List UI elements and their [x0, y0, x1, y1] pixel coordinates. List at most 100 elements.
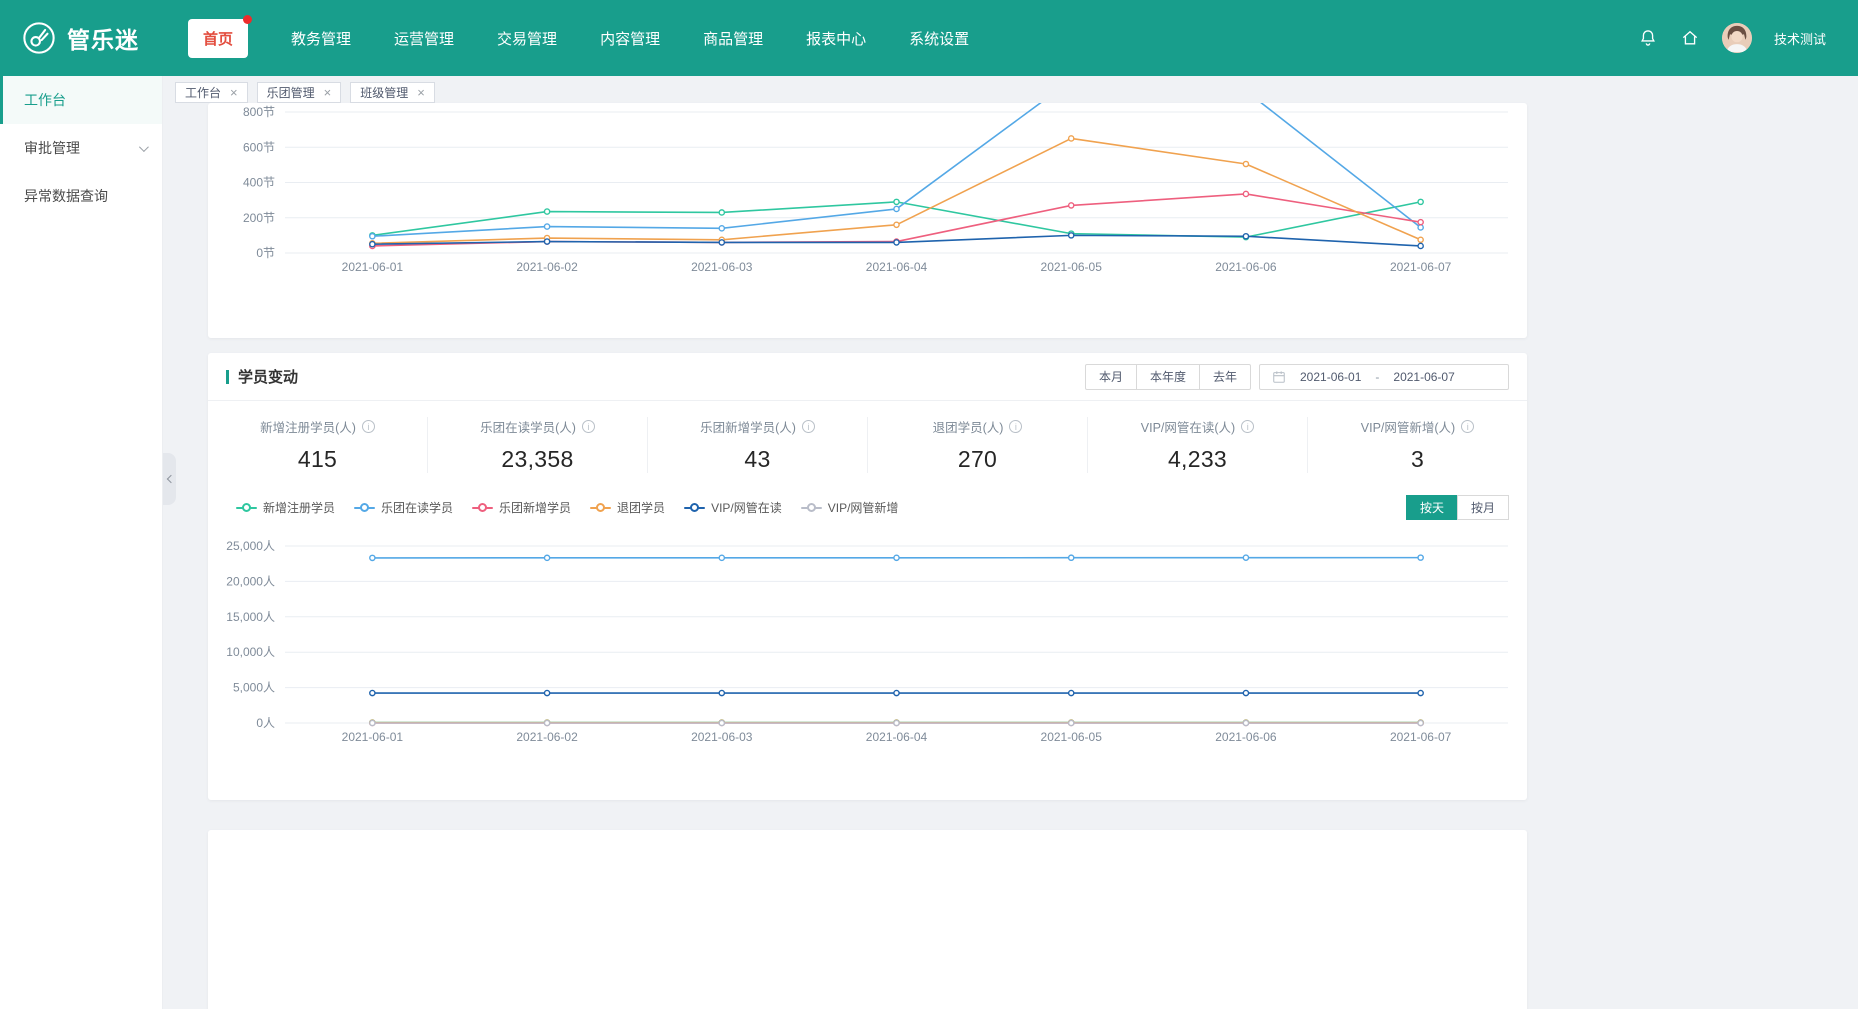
- info-icon[interactable]: [802, 420, 815, 433]
- stat-vip-new: VIP/网管新增(人) 3: [1308, 417, 1527, 473]
- nav-item-home[interactable]: 首页: [188, 19, 248, 58]
- svg-text:2021-06-04: 2021-06-04: [866, 730, 928, 744]
- svg-text:2021-06-02: 2021-06-02: [516, 260, 578, 274]
- legend-label: VIP/网管在读: [711, 499, 782, 516]
- stat-withdrawn: 退团学员(人) 270: [868, 417, 1088, 473]
- close-icon[interactable]: [324, 86, 332, 99]
- granularity-toggle: 按天 按月: [1406, 495, 1509, 520]
- svg-text:400节: 400节: [243, 176, 275, 190]
- svg-text:2021-06-01: 2021-06-01: [342, 260, 404, 274]
- svg-text:800节: 800节: [243, 105, 275, 119]
- info-icon[interactable]: [1009, 420, 1022, 433]
- nav-item-goods[interactable]: 商品管理: [703, 28, 763, 49]
- granularity-by-month[interactable]: 按月: [1457, 495, 1509, 520]
- granularity-by-day[interactable]: 按天: [1406, 495, 1458, 520]
- section-title: 学员变动: [226, 366, 298, 387]
- chevron-down-icon: [139, 142, 149, 152]
- stat-label: 新增注册学员(人): [260, 417, 356, 436]
- legend-item-vip-new[interactable]: VIP/网管新增: [801, 499, 899, 516]
- main-content: 工作台 乐团管理 班级管理 0节 200节 400节 600节 800节 2021-06-…: [163, 76, 1858, 1009]
- svg-text:2021-06-06: 2021-06-06: [1215, 260, 1277, 274]
- next-card-stub: [208, 830, 1527, 1009]
- info-icon[interactable]: [1241, 420, 1254, 433]
- bell-icon[interactable]: [1638, 28, 1658, 48]
- close-icon[interactable]: [417, 86, 425, 99]
- stat-label: VIP/网管在读(人): [1141, 417, 1235, 436]
- legend-item-vip-enrolled[interactable]: VIP/网管在读: [684, 499, 782, 516]
- home-icon[interactable]: [1680, 28, 1700, 48]
- nav-item-settings[interactable]: 系统设置: [909, 28, 969, 49]
- close-icon[interactable]: [230, 86, 238, 99]
- top-navbar: 管乐迷 首页 教务管理 运营管理 交易管理 内容管理 商品管理 报表中心 系统设…: [0, 0, 1858, 76]
- title-accent-bar: [226, 370, 229, 384]
- legend-marker: [801, 507, 822, 509]
- stat-value: 3: [1308, 446, 1527, 473]
- legend-marker: [684, 507, 705, 509]
- student-changes-card: 学员变动 本月 本年度 去年 2021-06-01 - 2021-06-07: [208, 353, 1527, 800]
- chevron-left-icon: [166, 475, 174, 483]
- stat-value: 270: [868, 446, 1087, 473]
- svg-text:0人: 0人: [256, 716, 275, 730]
- legend-item-new-registered[interactable]: 新增注册学员: [236, 499, 335, 516]
- stat-orchestra-new: 乐团新增学员(人) 43: [648, 417, 868, 473]
- nav-item-education[interactable]: 教务管理: [291, 28, 351, 49]
- avatar[interactable]: [1722, 23, 1752, 53]
- stat-label: 乐团新增学员(人): [700, 417, 796, 436]
- legend-item-orchestra-new[interactable]: 乐团新增学员: [472, 499, 571, 516]
- tab-workbench[interactable]: 工作台: [175, 82, 248, 103]
- lessons-chart[interactable]: 0节 200节 400节 600节 800节 2021-06-01 2021-06-02 20…: [208, 103, 1527, 283]
- tab-bar: 工作台 乐团管理 班级管理: [163, 76, 1858, 103]
- stat-label: 退团学员(人): [933, 417, 1004, 436]
- svg-text:600节: 600节: [243, 140, 275, 154]
- svg-text:0节: 0节: [256, 246, 275, 260]
- stat-value: 23,358: [428, 446, 647, 473]
- info-icon[interactable]: [1461, 420, 1474, 433]
- date-end: 2021-06-07: [1393, 370, 1454, 384]
- stat-value: 415: [208, 446, 427, 473]
- range-button-this-year[interactable]: 本年度: [1136, 364, 1200, 390]
- sidebar-collapse-handle[interactable]: [163, 453, 176, 505]
- sidebar-item-label: 工作台: [24, 90, 66, 110]
- legend-marker: [472, 507, 493, 509]
- tab-label: 乐团管理: [267, 84, 315, 101]
- legend-row: 新增注册学员 乐团在读学员 乐团新增学员 退团学员 VIP/网管在读: [208, 485, 1527, 520]
- legend-item-withdrawn[interactable]: 退团学员: [590, 499, 665, 516]
- user-name[interactable]: 技术测试: [1774, 29, 1826, 48]
- nav-item-content[interactable]: 内容管理: [600, 28, 660, 49]
- tab-label: 工作台: [185, 84, 221, 101]
- svg-text:2021-06-07: 2021-06-07: [1390, 260, 1452, 274]
- info-icon[interactable]: [362, 420, 375, 433]
- tab-class[interactable]: 班级管理: [350, 82, 435, 103]
- stat-new-registered: 新增注册学员(人) 415: [208, 417, 428, 473]
- logo-icon: [22, 21, 56, 55]
- sidebar-item-abnormal-data[interactable]: 异常数据查询: [0, 172, 162, 220]
- legend-item-orchestra-enrolled[interactable]: 乐团在读学员: [354, 499, 453, 516]
- logo[interactable]: 管乐迷: [0, 21, 180, 55]
- chart-legend: 新增注册学员 乐团在读学员 乐团新增学员 退团学员 VIP/网管在读: [236, 499, 898, 516]
- svg-text:2021-06-01: 2021-06-01: [342, 730, 404, 744]
- legend-marker: [590, 507, 611, 509]
- sidebar-item-approval[interactable]: 审批管理: [0, 124, 162, 172]
- svg-text:2021-06-04: 2021-06-04: [866, 260, 928, 274]
- info-icon[interactable]: [582, 420, 595, 433]
- svg-text:2021-06-05: 2021-06-05: [1041, 730, 1103, 744]
- sidebar: 工作台 审批管理 异常数据查询: [0, 76, 163, 1009]
- svg-text:10,000人: 10,000人: [226, 645, 275, 659]
- range-button-group: 本月 本年度 去年: [1085, 364, 1251, 390]
- range-button-this-month[interactable]: 本月: [1085, 364, 1137, 390]
- svg-text:25,000人: 25,000人: [226, 539, 275, 553]
- svg-text:2021-06-03: 2021-06-03: [691, 260, 753, 274]
- tab-orchestra[interactable]: 乐团管理: [257, 82, 342, 103]
- nav-item-reports[interactable]: 报表中心: [806, 28, 866, 49]
- range-button-last-year[interactable]: 去年: [1199, 364, 1251, 390]
- date-range-picker[interactable]: 2021-06-01 - 2021-06-07: [1259, 364, 1509, 390]
- svg-text:2021-06-03: 2021-06-03: [691, 730, 753, 744]
- svg-text:20,000人: 20,000人: [226, 574, 275, 588]
- students-chart[interactable]: 0人5,000人10,000人15,000人20,000人25,000人2021…: [208, 536, 1527, 766]
- sidebar-item-workbench[interactable]: 工作台: [0, 76, 162, 124]
- svg-text:200节: 200节: [243, 211, 275, 225]
- nav-item-operations[interactable]: 运营管理: [394, 28, 454, 49]
- logo-text: 管乐迷: [67, 21, 139, 55]
- svg-text:15,000人: 15,000人: [226, 610, 275, 624]
- nav-item-trade[interactable]: 交易管理: [497, 28, 557, 49]
